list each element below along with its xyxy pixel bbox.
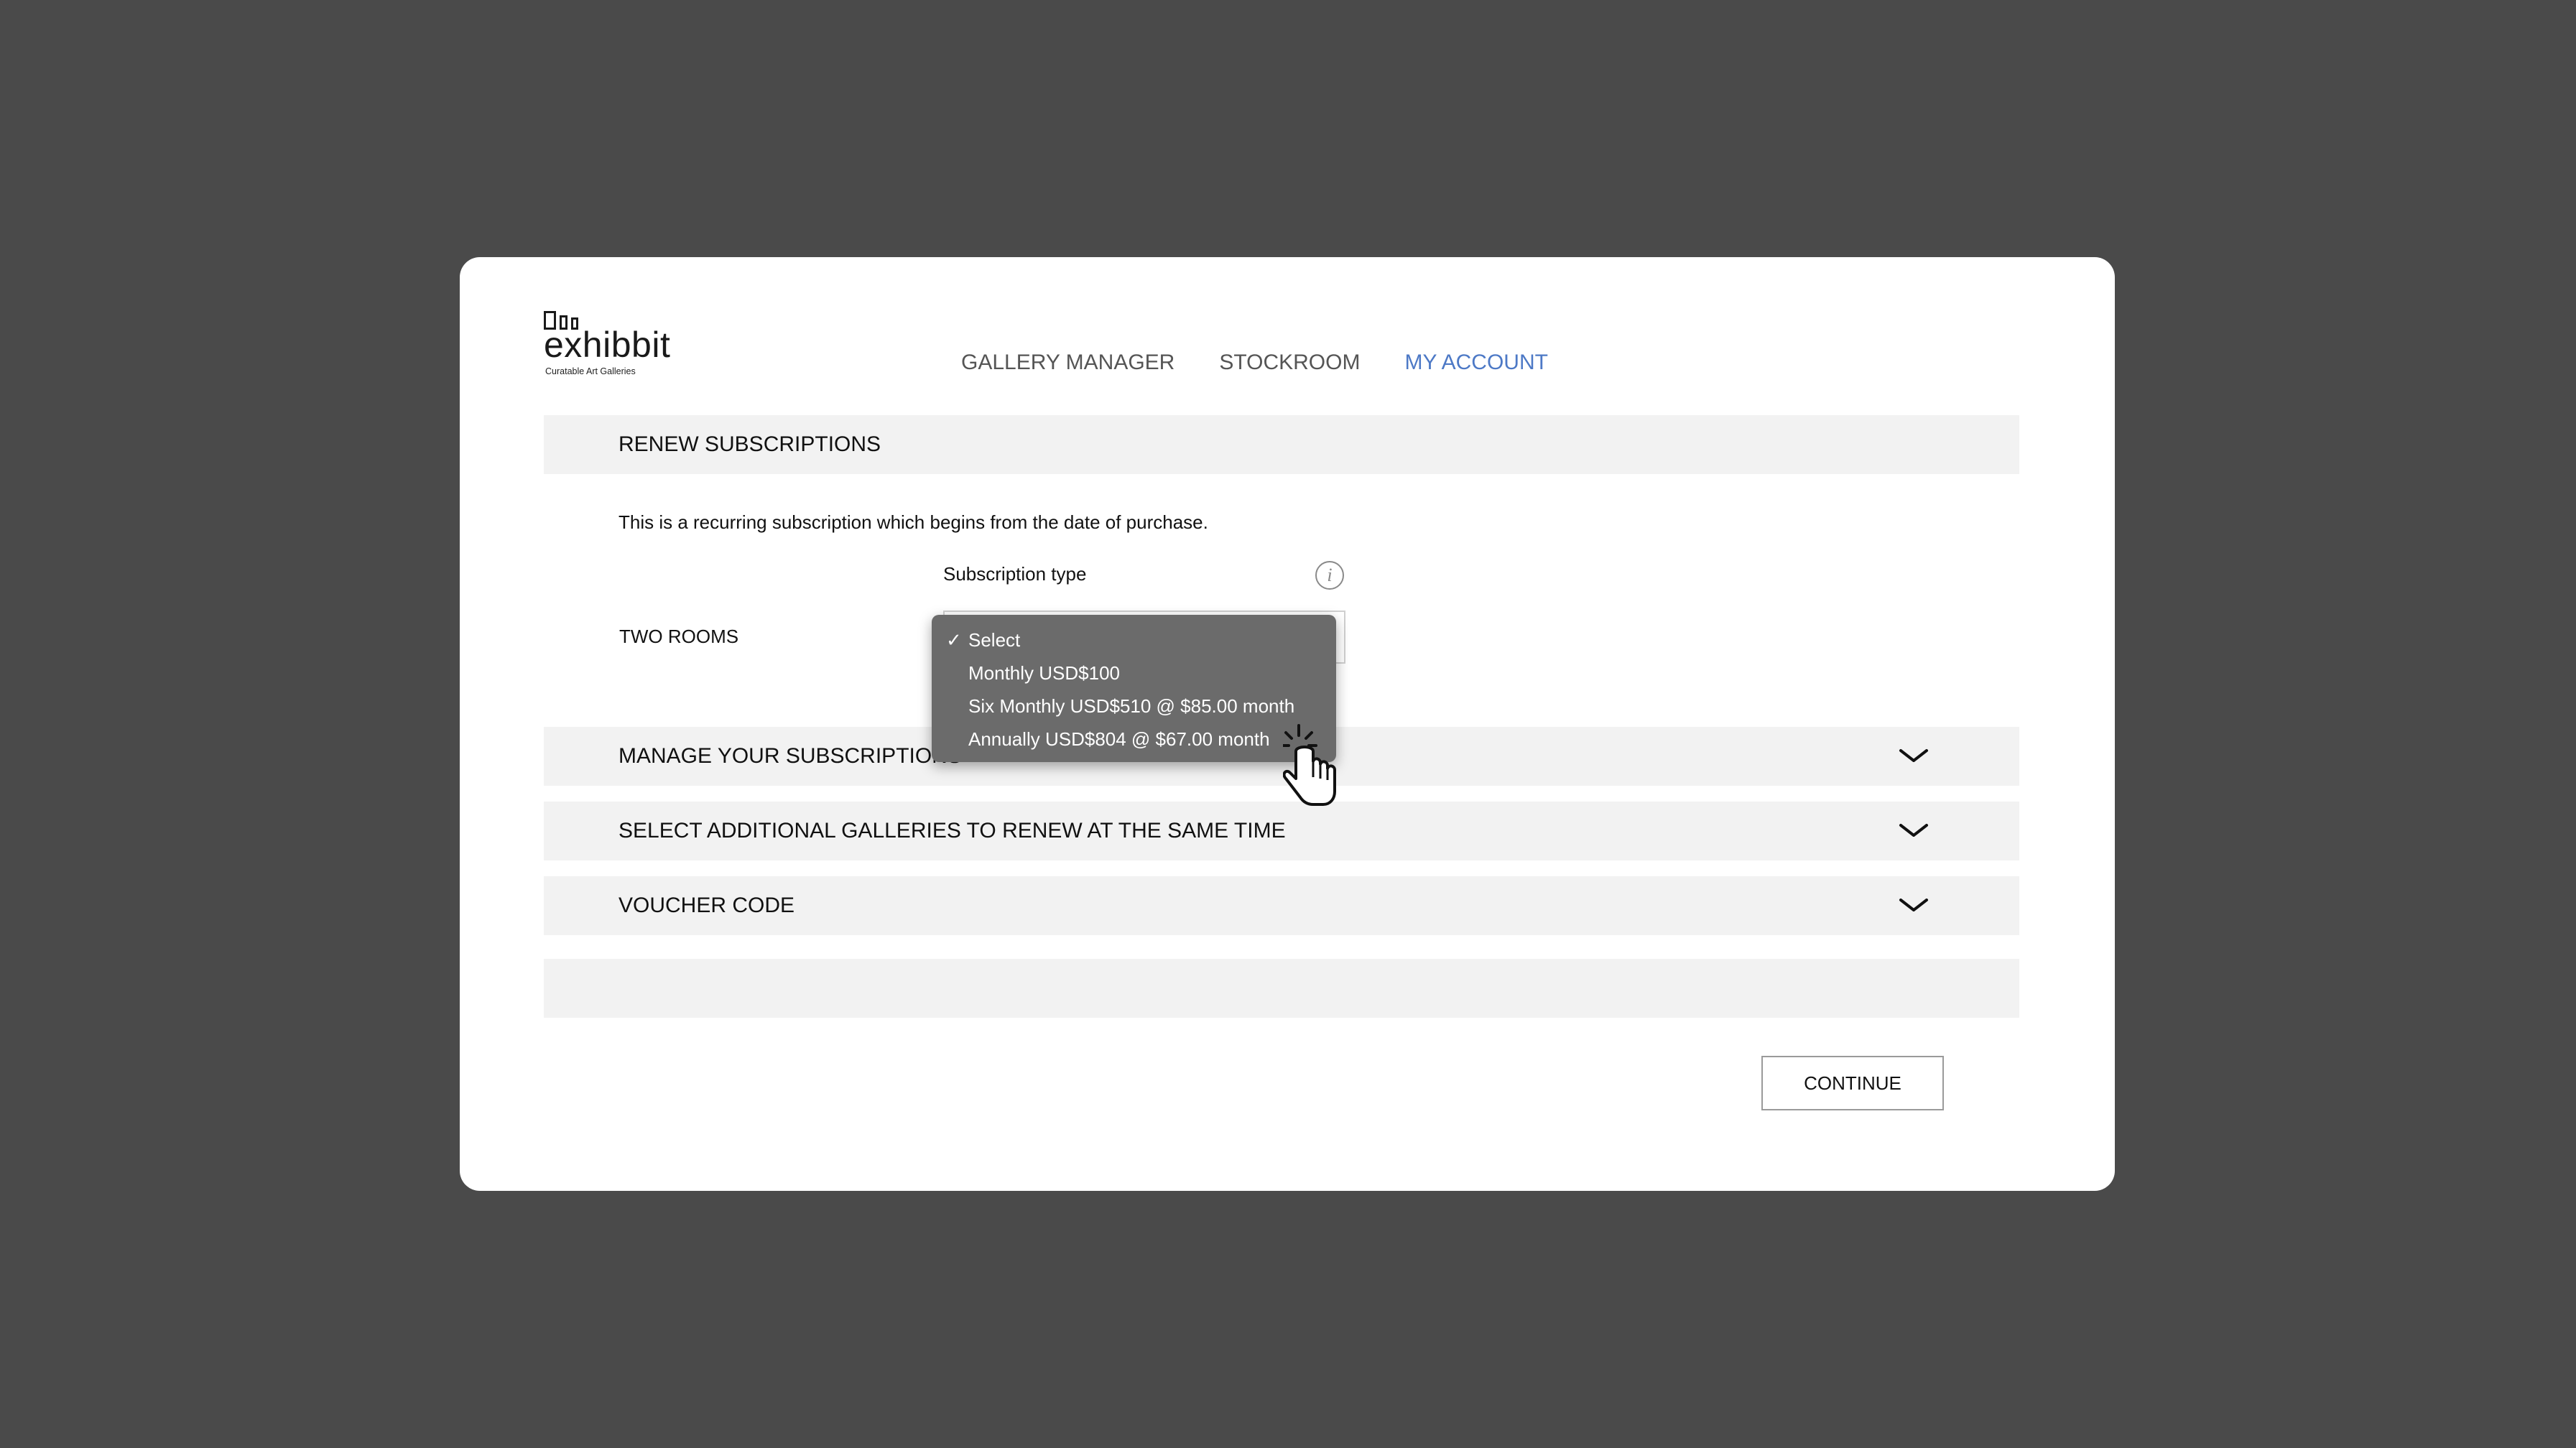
checkmark-icon: ✓: [946, 629, 962, 651]
nav-gallery-manager[interactable]: GALLERY MANAGER: [961, 351, 1175, 375]
brand-tagline: Curatable Art Galleries: [545, 366, 636, 376]
dropdown-option-annually[interactable]: Annually USD$804 @ $67.00 month: [932, 723, 1336, 756]
option-label: Six Monthly USD$510 @ $85.00 month: [968, 695, 1295, 717]
gallery-name-label: TWO ROOMS: [619, 626, 739, 647]
continue-button[interactable]: CONTINUE: [1761, 1056, 1944, 1110]
main-nav: GALLERY MANAGER STOCKROOM MY ACCOUNT: [961, 351, 1548, 375]
summary-bar: [544, 959, 2019, 1018]
dropdown-option-six-monthly[interactable]: Six Monthly USD$510 @ $85.00 month: [932, 690, 1336, 723]
brand-name: exhibbit: [544, 325, 671, 365]
hand-pointer-icon: [1283, 724, 1336, 806]
nav-my-account[interactable]: MY ACCOUNT: [1404, 351, 1547, 375]
subscription-type-dropdown: ✓ Select Monthly USD$100 Six Monthly USD…: [932, 615, 1336, 762]
renew-subscriptions-title: RENEW SUBSCRIPTIONS: [618, 432, 881, 456]
option-label: Select: [968, 629, 1021, 651]
manage-subscriptions-title: MANAGE YOUR SUBSCRIPTIONS: [618, 744, 962, 768]
voucher-code-title: VOUCHER CODE: [618, 894, 795, 917]
chevron-down-icon[interactable]: [1899, 896, 1929, 914]
info-icon[interactable]: i: [1315, 561, 1344, 590]
subscription-type-label: Subscription type: [943, 563, 1087, 585]
voucher-code-section[interactable]: VOUCHER CODE: [544, 876, 2019, 935]
nav-stockroom[interactable]: STOCKROOM: [1219, 351, 1360, 375]
chevron-down-icon[interactable]: [1899, 747, 1929, 764]
renew-dialog: exhibbit Curatable Art Galleries GALLERY…: [460, 257, 2115, 1191]
subscription-description: This is a recurring subscription which b…: [618, 511, 1208, 533]
dropdown-option-select[interactable]: ✓ Select: [932, 623, 1336, 656]
option-label: Annually USD$804 @ $67.00 month: [968, 728, 1270, 750]
additional-galleries-title: SELECT ADDITIONAL GALLERIES TO RENEW AT …: [618, 819, 1286, 843]
option-label: Monthly USD$100: [968, 662, 1120, 684]
additional-galleries-section[interactable]: SELECT ADDITIONAL GALLERIES TO RENEW AT …: [544, 802, 2019, 860]
chevron-down-icon[interactable]: [1899, 822, 1929, 839]
renew-subscriptions-header: RENEW SUBSCRIPTIONS: [544, 415, 2019, 474]
dropdown-option-monthly[interactable]: Monthly USD$100: [932, 656, 1336, 690]
brand-logo[interactable]: exhibbit Curatable Art Galleries: [544, 311, 687, 376]
